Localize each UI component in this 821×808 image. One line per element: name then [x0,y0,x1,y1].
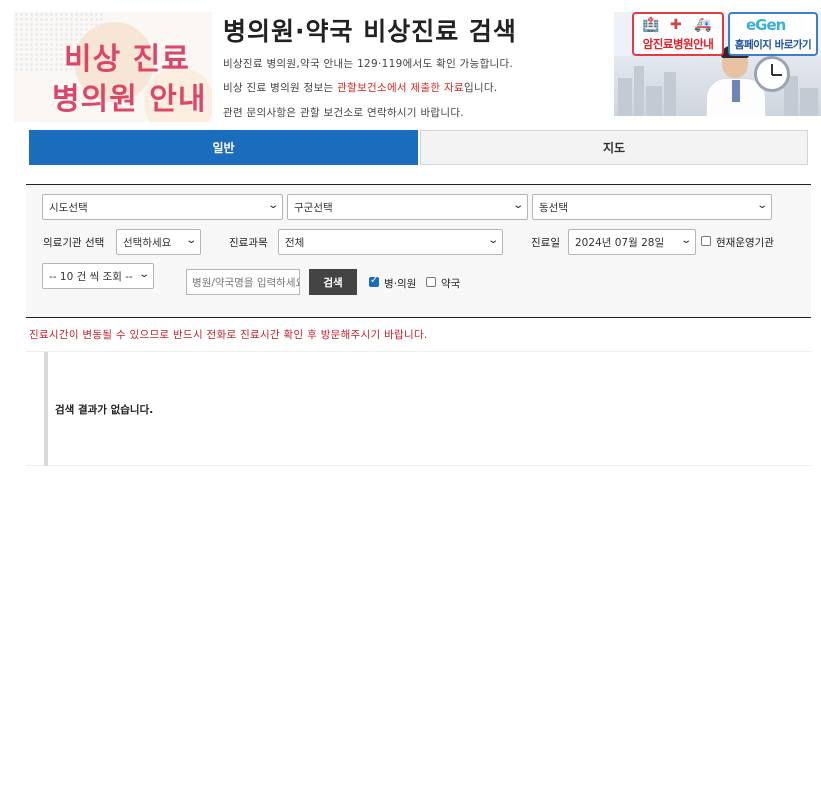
homepage-link-button[interactable]: eGen 홈페이지 바로가기 [728,12,818,56]
hospital-icon: 🏥 [642,17,660,33]
pharmacy-label: 약국 [441,278,461,290]
result-accent-bar [44,352,48,466]
visit-notice: 진료시간이 변동될 수 있으므로 반드시 전화로 진료시간 확인 후 방문해주시… [29,329,428,341]
source-highlight: 관할보건소에서 제출한 자료 [337,82,464,94]
first-aid-icon: ✚ [670,17,682,33]
logo-text-line1: 비상 진료 [64,42,190,77]
clock-icon [754,56,790,92]
page-size-select[interactable]: -- 10 건 씩 조회 -- ⌄ [42,263,154,289]
hospital-label: 병·의원 [384,278,417,290]
egen-logo: eGen [746,16,786,34]
tab-map[interactable]: 지도 [420,130,808,165]
chevron-down-icon: ⌄ [266,200,279,211]
right-banner: 🏥 ✚ 🚑 암진료병원안내 eGen 홈페이지 바로가기 [614,12,821,116]
chevron-down-icon: ⌄ [486,235,499,246]
cancer-hospital-guide-button[interactable]: 🏥 ✚ 🚑 암진료병원안내 [632,12,724,56]
department-select[interactable]: 전체 ⌄ [278,229,503,255]
page-title: 병의원·약국 비상진료 검색 [223,17,517,46]
search-button[interactable]: 검색 [309,269,357,295]
open-now-label: 현재운영기관 [716,237,774,249]
logo-text-line2: 병의원 안내 [52,82,207,117]
emergency-care-logo: 비상 진료 병의원 안내 [14,12,212,122]
chevron-down-icon: ⌄ [679,235,692,246]
date-label: 진료일 [531,237,560,249]
hospital-checkbox[interactable] [369,275,379,287]
info-text-source: 비상 진료 병의원 정보는 관할보건소에서 제출한 자료입니다. [223,82,498,94]
institution-label: 의료기관 선택 [43,237,105,249]
dong-select[interactable]: 동선택 ⌄ [532,194,772,220]
pharmacy-checkbox[interactable] [426,277,436,287]
info-text-129: 비상진료 병의원,약국 안내는 129·119에서도 확인 가능합니다. [223,58,514,70]
department-label: 진료과목 [229,237,268,249]
gugun-select[interactable]: 구군선택 ⌄ [287,194,528,220]
tab-general[interactable]: 일반 [29,130,418,165]
chevron-down-icon: ⌄ [184,235,197,246]
ambulance-icon: 🚑 [694,17,712,33]
chevron-down-icon: ⌄ [755,200,768,211]
open-now-checkbox[interactable] [701,236,711,246]
institution-select[interactable]: 선택하세요 ⌄ [116,229,201,255]
sido-select[interactable]: 시도선택 ⌄ [42,194,283,220]
chevron-down-icon: ⌄ [137,269,150,280]
search-input[interactable]: 병원/약국명을 입력하세요 [186,269,300,295]
date-select[interactable]: 2024년 07월 28일 ⌄ [568,229,696,255]
search-filter-panel: 시도선택 ⌄ 구군선택 ⌄ 동선택 ⌄ 의료기관 선택 선택하세요 ⌄ 진료과목… [26,184,811,318]
info-text-contact: 관련 문의사항은 관할 보건소로 연락하시기 바랍니다. [223,107,464,119]
chevron-down-icon: ⌄ [511,200,524,211]
page-header: 비상 진료 병의원 안내 병의원·약국 비상진료 검색 비상진료 병의원,약국 … [0,0,821,124]
empty-result-message: 검색 결과가 없습니다. [55,404,154,416]
search-result-area: 검색 결과가 없습니다. [26,351,811,466]
